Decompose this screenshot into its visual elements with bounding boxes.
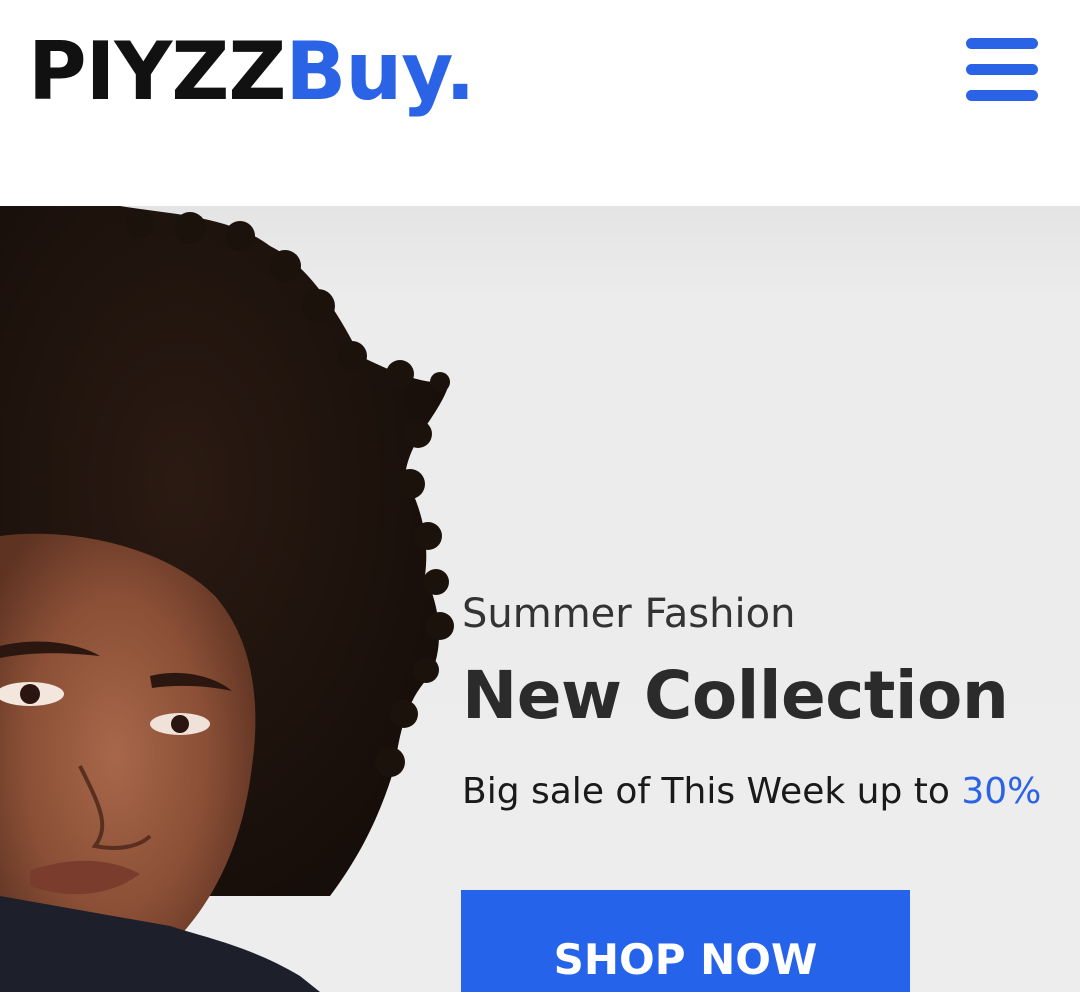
hero-title: New Collection (462, 657, 1009, 734)
hamburger-menu-icon[interactable] (964, 38, 1038, 104)
logo-accent-text: Buy. (285, 25, 475, 118)
sale-text: Big sale of This Week up to 30% (462, 764, 1041, 820)
sale-percent: 30% (961, 771, 1042, 812)
shop-now-button[interactable]: SHOP NOW (461, 890, 910, 992)
menu-bar-bottom (966, 90, 1038, 101)
sale-prefix: Big sale of This Week up to (462, 771, 962, 812)
site-logo[interactable]: PIYZZBuy. (28, 22, 475, 122)
hero-subtitle: Summer Fashion (462, 591, 796, 637)
hero-model-image (0, 206, 454, 992)
menu-bar-top (966, 38, 1038, 49)
menu-bar-middle (966, 64, 1038, 75)
site-header: PIYZZBuy. (0, 0, 1080, 206)
logo-main-text: PIYZZ (28, 25, 286, 118)
page: PIYZZBuy. Summer Fashion New Collection … (0, 0, 1080, 992)
hero-banner: Summer Fashion New Collection Big sale o… (0, 206, 1080, 992)
